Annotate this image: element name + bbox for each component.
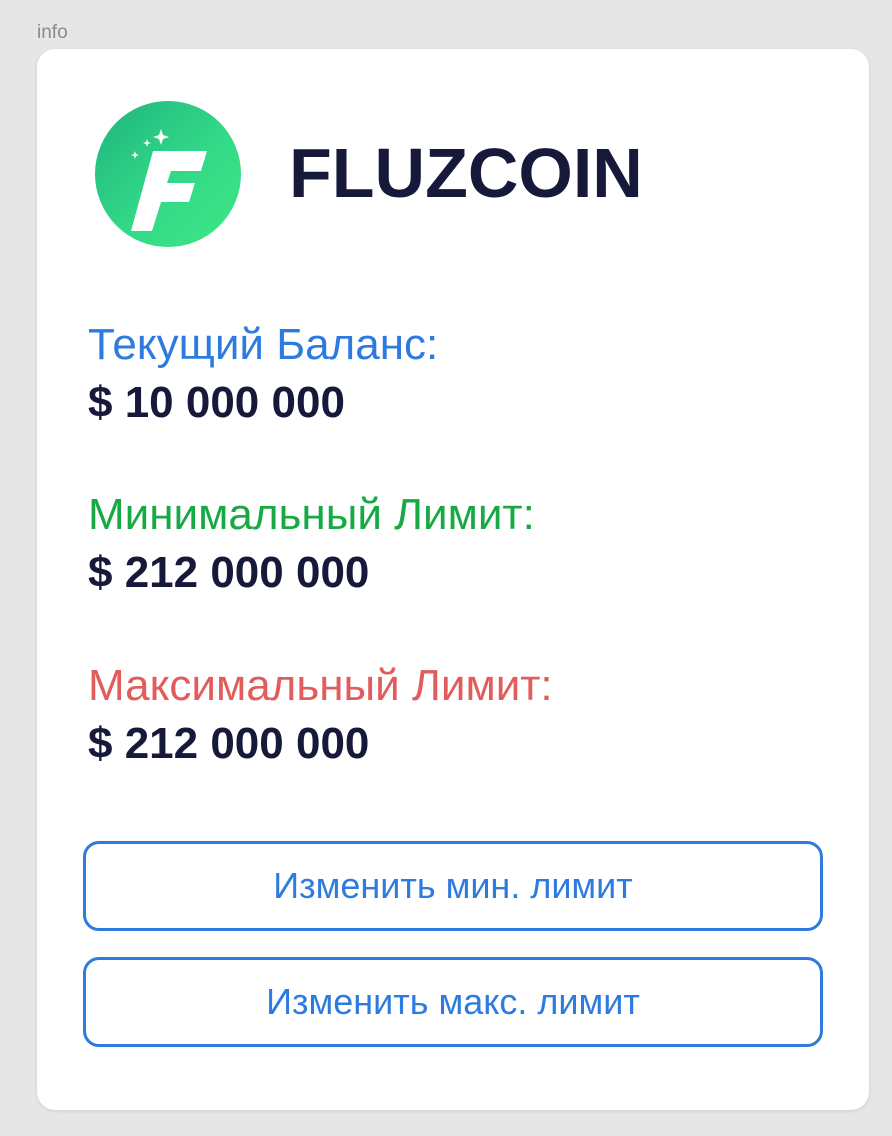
- brand-name: FLUZCOIN: [289, 134, 643, 212]
- max-limit-label: Максимальный Лимит:: [88, 661, 553, 710]
- frame-label: info: [37, 22, 68, 43]
- max-limit-value: $ 212 000 000: [88, 719, 370, 768]
- balance-value: $ 10 000 000: [88, 378, 345, 427]
- change-min-limit-button[interactable]: Изменить мин. лимит: [83, 841, 823, 931]
- fluzcoin-logo-icon: [95, 101, 241, 247]
- info-card: FLUZCOIN Текущий Баланс: $ 10 000 000 Ми…: [37, 49, 869, 1110]
- min-limit-value: $ 212 000 000: [88, 548, 370, 597]
- change-max-limit-button[interactable]: Изменить макс. лимит: [83, 957, 823, 1047]
- balance-label: Текущий Баланс:: [88, 320, 439, 369]
- min-limit-label: Минимальный Лимит:: [88, 490, 535, 539]
